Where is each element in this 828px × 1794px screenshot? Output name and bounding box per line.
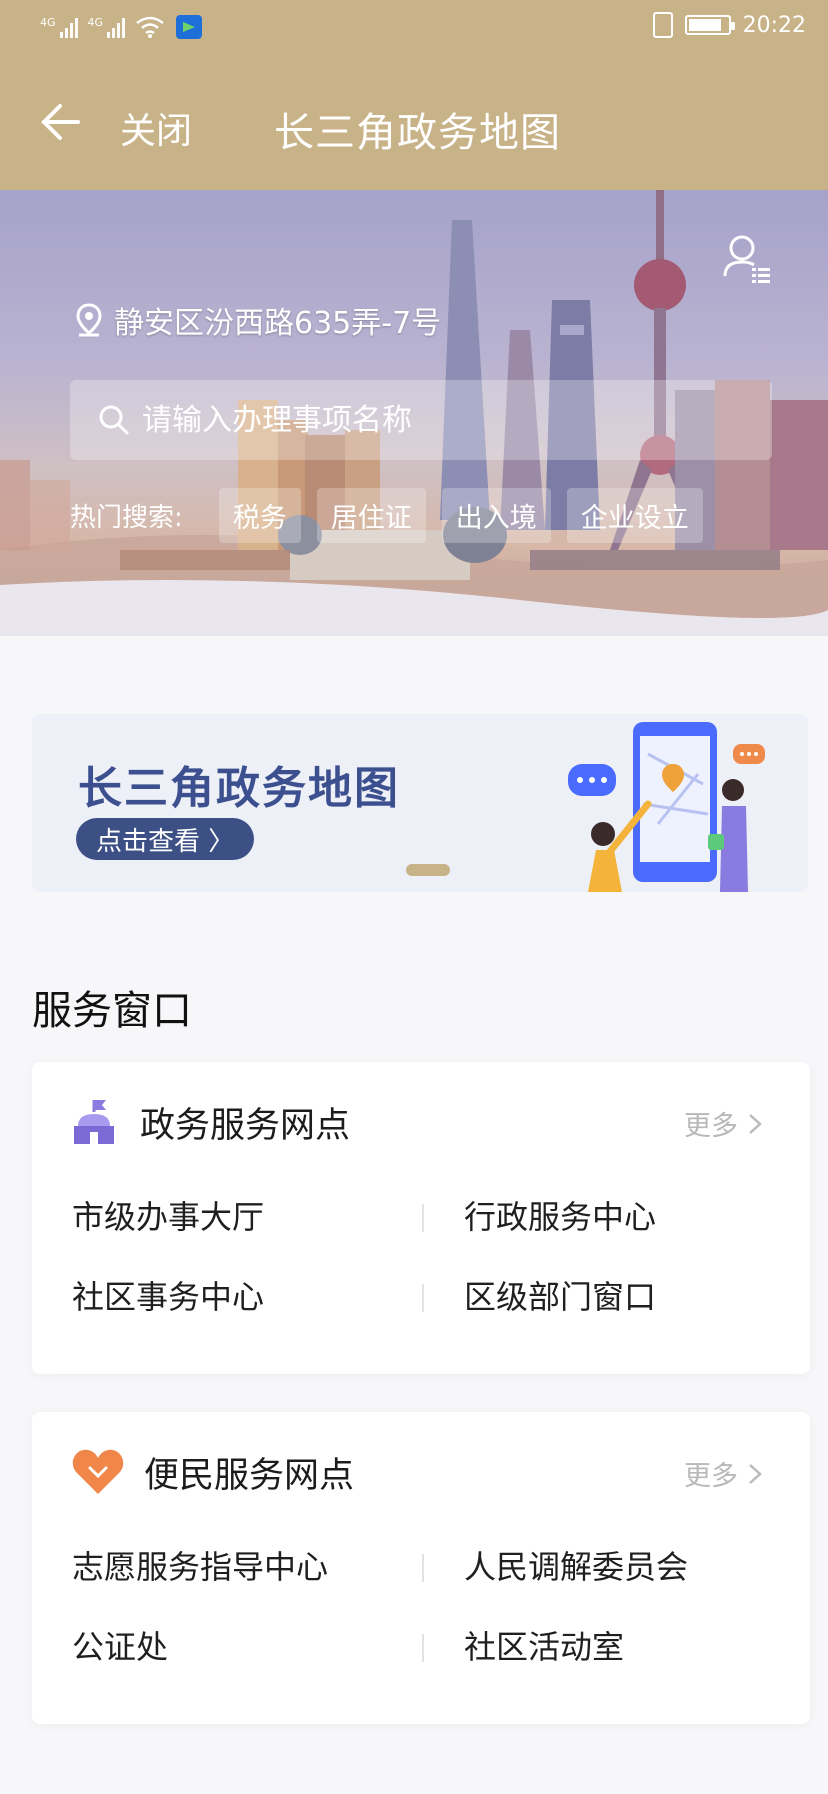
card-title: 政务服务网点: [140, 1105, 351, 1146]
hot-tag-immigration[interactable]: 出入境: [441, 488, 551, 543]
wifi-icon: [136, 16, 164, 38]
hot-tag-business-setup[interactable]: 企业设立: [566, 488, 703, 543]
hot-tag-residence-permit[interactable]: 居住证: [316, 488, 426, 543]
service-item-volunteer-center[interactable]: 志愿服务指导中心: [72, 1542, 422, 1588]
status-bar: 4G 4G 20:22: [0, 0, 828, 56]
hot-search: 热门搜索: 税务 居住证 出入境 企业设立: [70, 488, 703, 543]
top-bar: 4G 4G 20:22 关闭 长三角政务地图: [0, 0, 828, 190]
current-location[interactable]: 静安区汾西路635弄-7号: [76, 298, 441, 342]
government-building-icon: [74, 1100, 114, 1144]
back-arrow-icon[interactable]: [38, 100, 82, 144]
card-title: 便民服务网点: [144, 1455, 355, 1496]
service-item-admin-center[interactable]: 行政服务中心: [422, 1192, 772, 1238]
promo-view-button[interactable]: 点击查看 〉: [76, 818, 255, 860]
chevron-right-icon: [749, 1113, 762, 1134]
service-item-city-hall[interactable]: 市级办事大厅: [72, 1192, 422, 1238]
vibrate-icon: [652, 12, 673, 38]
hot-tag-tax[interactable]: 税务: [218, 488, 301, 543]
user-menu-icon[interactable]: [720, 232, 772, 284]
service-grid: 志愿服务指导中心 人民调解委员会 公证处 社区活动室: [72, 1542, 772, 1668]
service-grid: 市级办事大厅 行政服务中心 社区事务中心 区级部门窗口: [72, 1192, 772, 1318]
more-link[interactable]: 更多: [684, 1454, 762, 1493]
search-bar[interactable]: [70, 380, 772, 460]
nav-bar: 关闭 长三角政务地图: [0, 70, 828, 180]
hero-banner: 静安区汾西路635弄-7号 热门搜索: 税务 居住证 出入境 企业设立: [0, 190, 828, 636]
signal-icon: 4G: [40, 16, 78, 38]
location-text: 静安区汾西路635弄-7号: [114, 306, 442, 341]
service-item-notary[interactable]: 公证处: [72, 1622, 422, 1668]
service-card-convenience: 便民服务网点 更多 志愿服务指导中心 人民调解委员会 公证处 社区活动室: [32, 1412, 810, 1724]
battery-icon: [684, 15, 735, 35]
service-item-community-center[interactable]: 社区事务中心: [72, 1272, 422, 1318]
service-item-mediation-committee[interactable]: 人民调解委员会: [422, 1542, 772, 1588]
section-title: 服务窗口: [32, 988, 192, 1034]
card-header: 便民服务网点: [70, 1436, 354, 1508]
promo-banner[interactable]: 长三角政务地图 点击查看 〉: [32, 714, 808, 892]
carousel-indicator: [406, 864, 450, 876]
card-header: 政务服务网点: [70, 1086, 350, 1158]
service-item-activity-room[interactable]: 社区活动室: [422, 1622, 772, 1668]
service-item-district-window[interactable]: 区级部门窗口: [422, 1272, 772, 1318]
status-time: 20:22: [742, 12, 806, 38]
more-link[interactable]: 更多: [684, 1104, 762, 1143]
more-label: 更多: [684, 1461, 738, 1492]
location-pin-icon: [76, 303, 102, 337]
status-right: 20:22: [652, 12, 806, 38]
status-left: 4G 4G: [40, 14, 203, 40]
hot-search-label: 热门搜索:: [70, 503, 183, 533]
app-notification-icon: [176, 15, 203, 39]
search-icon: [99, 405, 129, 435]
map-illustration: [568, 722, 765, 892]
promo-title: 长三角政务地图: [78, 763, 400, 814]
heart-icon: [72, 1449, 124, 1494]
page-title: 长三角政务地图: [274, 110, 561, 156]
close-button[interactable]: 关闭: [120, 102, 192, 154]
service-card-government: 政务服务网点 更多 市级办事大厅 行政服务中心 社区事务中心 区级部门窗口: [32, 1062, 810, 1374]
search-input[interactable]: [142, 402, 742, 438]
signal-icon-2: 4G: [88, 16, 126, 38]
chevron-right-icon: [749, 1463, 762, 1484]
more-label: 更多: [684, 1111, 738, 1142]
